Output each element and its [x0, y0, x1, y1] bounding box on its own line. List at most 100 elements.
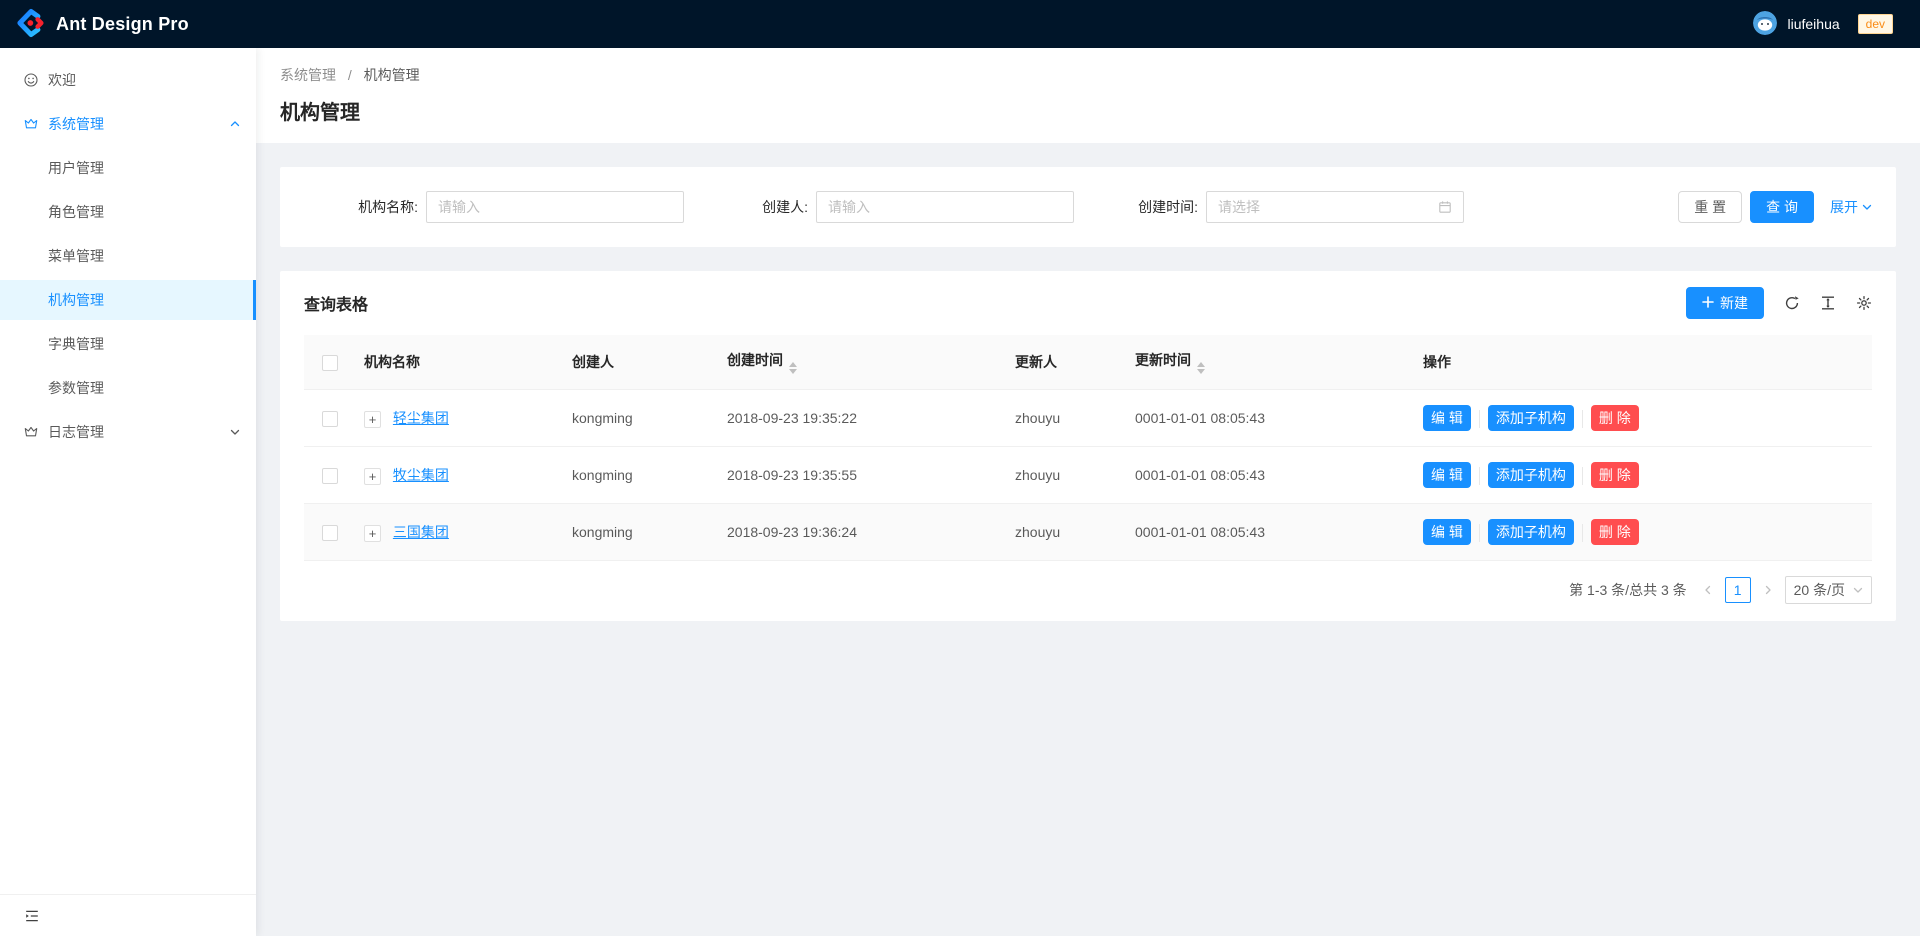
pagination-total: 第 1-3 条/总共 3 条 [1569, 580, 1686, 600]
page-number[interactable]: 1 [1725, 577, 1751, 603]
sidebar-item-label: 角色管理 [48, 202, 104, 222]
add-child-org-button[interactable]: 添加子机构 [1488, 462, 1574, 488]
reset-button[interactable]: 重 置 [1678, 191, 1742, 223]
page-size-select[interactable]: 20 条/页 [1785, 576, 1872, 604]
sidebar-item-dict-mgmt[interactable]: 字典管理 [0, 324, 256, 364]
next-page-icon[interactable] [1759, 585, 1777, 595]
column-label: 创建时间 [727, 352, 783, 368]
app-logo[interactable]: Ant Design Pro [16, 8, 189, 41]
cell-update-time: 0001-01-01 08:05:43 [1127, 447, 1415, 504]
org-name-link[interactable]: 轻尘集团 [393, 410, 449, 426]
top-header: Ant Design Pro liufeihua dev [0, 0, 1920, 48]
toolbar-actions: 新建 [1686, 287, 1872, 319]
breadcrumb-current: 机构管理 [364, 67, 420, 83]
cell-updater: zhouyu [1007, 447, 1127, 504]
table-row: + 轻尘集团 kongming 2018-09-23 19:35:22 zhou… [304, 390, 1872, 447]
delete-button[interactable]: 删 除 [1591, 405, 1639, 431]
user-avatar [1753, 11, 1777, 38]
create-time-input[interactable] [1218, 199, 1432, 215]
delete-button[interactable]: 删 除 [1591, 519, 1639, 545]
cell-creator: kongming [564, 390, 719, 447]
expand-row-icon[interactable]: + [364, 468, 381, 485]
sidebar-item-user-mgmt[interactable]: 用户管理 [0, 148, 256, 188]
column-header-create-time[interactable]: 创建时间 [719, 335, 1007, 390]
sort-icons[interactable] [1197, 362, 1205, 374]
creator-input-box [816, 191, 1074, 223]
column-label: 创建人 [572, 354, 614, 370]
crown-icon [24, 117, 38, 131]
page-title: 机构管理 [280, 96, 1896, 125]
table-title: 查询表格 [304, 291, 368, 315]
sidebar-menu: 欢迎 系统管理 用户管理 角色管理 菜单管理 机构管理 [0, 48, 256, 894]
calendar-icon [1438, 200, 1452, 214]
row-checkbox[interactable] [322, 525, 338, 541]
breadcrumb-separator: / [348, 67, 352, 83]
column-header-updater: 更新人 [1007, 335, 1127, 390]
search-button[interactable]: 查 询 [1750, 191, 1814, 223]
org-table: 机构名称 创建人 创建时间 更新人 [304, 335, 1872, 561]
create-time-picker [1206, 191, 1464, 223]
edit-button[interactable]: 编 辑 [1423, 462, 1471, 488]
user-menu[interactable]: liufeihua dev [1753, 11, 1893, 38]
sidebar-item-label: 欢迎 [48, 70, 76, 90]
expand-row-icon[interactable]: + [364, 525, 381, 542]
row-checkbox[interactable] [322, 411, 338, 427]
sidebar-item-system[interactable]: 系统管理 [0, 104, 256, 144]
plus-icon [1702, 295, 1714, 311]
sidebar-item-label: 日志管理 [48, 422, 104, 442]
sidebar-item-label: 字典管理 [48, 334, 104, 354]
sidebar-item-param-mgmt[interactable]: 参数管理 [0, 368, 256, 408]
sidebar-item-role-mgmt[interactable]: 角色管理 [0, 192, 256, 232]
new-button[interactable]: 新建 [1686, 287, 1764, 319]
expand-row-icon[interactable]: + [364, 411, 381, 428]
divider [1479, 524, 1480, 542]
chevron-down-icon [1853, 585, 1863, 595]
filter-actions: 重 置 查 询 展开 [1678, 191, 1872, 223]
cell-update-time: 0001-01-01 08:05:43 [1127, 504, 1415, 561]
column-header-name: 机构名称 [356, 335, 564, 390]
column-label: 更新时间 [1135, 352, 1191, 368]
reload-icon[interactable] [1784, 295, 1800, 311]
field-creator: 创建人: [694, 191, 1084, 223]
column-label: 机构名称 [364, 354, 420, 370]
column-header-action: 操作 [1415, 335, 1872, 390]
prev-page-icon[interactable] [1699, 585, 1717, 595]
sort-desc-icon [789, 369, 797, 374]
expand-filter-link[interactable]: 展开 [1830, 197, 1872, 217]
sidebar-item-label: 机构管理 [48, 290, 104, 310]
query-table-card: 查询表格 新建 [280, 271, 1896, 621]
sidebar-item-org-mgmt[interactable]: 机构管理 [0, 280, 256, 320]
breadcrumb-parent[interactable]: 系统管理 [280, 67, 336, 83]
edit-button[interactable]: 编 辑 [1423, 519, 1471, 545]
column-height-icon[interactable] [1820, 295, 1836, 311]
org-name-input[interactable] [438, 199, 672, 215]
sidebar-item-menu-mgmt[interactable]: 菜单管理 [0, 236, 256, 276]
new-button-label: 新建 [1720, 293, 1748, 313]
sidebar-item-logs[interactable]: 日志管理 [0, 412, 256, 452]
select-all-checkbox[interactable] [322, 355, 338, 371]
sort-icons[interactable] [789, 362, 797, 374]
smile-icon [24, 73, 38, 87]
column-label: 更新人 [1015, 354, 1057, 370]
menu-fold-icon[interactable] [24, 908, 40, 924]
column-header-update-time[interactable]: 更新时间 [1127, 335, 1415, 390]
page-size-value: 20 条/页 [1794, 580, 1845, 600]
creator-input[interactable] [828, 199, 1062, 215]
sidebar-item-welcome[interactable]: 欢迎 [0, 60, 256, 100]
field-create-time: 创建时间: [1084, 191, 1474, 223]
add-child-org-button[interactable]: 添加子机构 [1488, 519, 1574, 545]
cell-create-time: 2018-09-23 19:35:55 [719, 447, 1007, 504]
settings-gear-icon[interactable] [1856, 295, 1872, 311]
org-name-label: 机构名称: [304, 197, 418, 217]
delete-button[interactable]: 删 除 [1591, 462, 1639, 488]
main-area: 系统管理 / 机构管理 机构管理 机构名称: 创建人: [256, 48, 1920, 936]
create-time-label: 创建时间: [1084, 197, 1198, 217]
org-name-link[interactable]: 三国集团 [393, 524, 449, 540]
expand-filter-label: 展开 [1830, 197, 1858, 217]
row-checkbox[interactable] [322, 468, 338, 484]
app-logo-icon [16, 8, 46, 41]
add-child-org-button[interactable]: 添加子机构 [1488, 405, 1574, 431]
edit-button[interactable]: 编 辑 [1423, 405, 1471, 431]
table-row: + 牧尘集团 kongming 2018-09-23 19:35:55 zhou… [304, 447, 1872, 504]
org-name-link[interactable]: 牧尘集团 [393, 467, 449, 483]
